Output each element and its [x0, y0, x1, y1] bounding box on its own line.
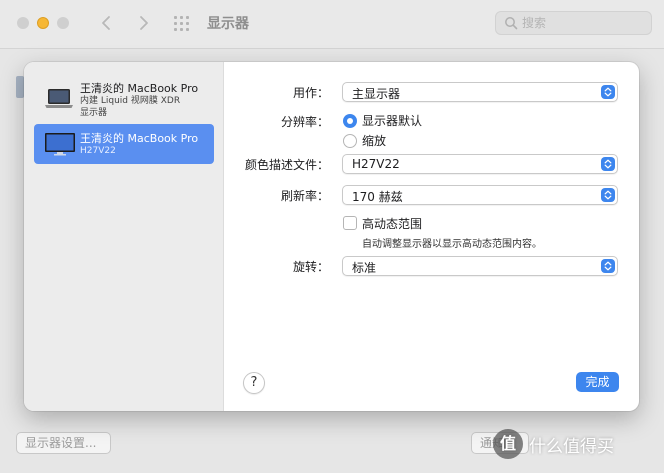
use-as-value: 主显示器	[352, 87, 401, 101]
display-item-builtin[interactable]: 王清炎的 MacBook Pro 内建 Liquid 视网膜 XDR 显示器	[34, 76, 214, 122]
color-profile-popup[interactable]: H27V22	[342, 154, 618, 174]
popup-stepper-icon	[601, 188, 615, 202]
resolution-scaled-radio[interactable]	[343, 134, 357, 148]
popup-stepper-icon	[601, 157, 615, 171]
chevron-left-icon	[102, 16, 110, 30]
hdr-hint: 自动调整显示器以显示高动态范围内容。	[362, 239, 542, 250]
watermark: 值 什么值得买	[493, 426, 614, 462]
popup-stepper-icon	[601, 259, 615, 273]
resolution-scaled-label: 缩放	[362, 134, 387, 148]
display-subtitle-2: 显示器	[80, 108, 108, 118]
search-icon	[505, 17, 518, 30]
forward-button[interactable]	[132, 12, 154, 34]
monitor-icon	[45, 133, 75, 156]
use-as-popup[interactable]: 主显示器	[342, 82, 618, 102]
show-all-grid-icon[interactable]	[174, 16, 190, 32]
popup-stepper-icon	[601, 85, 615, 99]
display-name: 王清炎的 MacBook Pro	[80, 132, 199, 145]
zoom-window-button[interactable]	[57, 17, 69, 29]
minimize-window-button[interactable]	[37, 17, 49, 29]
help-button[interactable]: ?	[243, 372, 265, 394]
refresh-rate-popup[interactable]: 170 赫兹	[342, 185, 618, 205]
back-button[interactable]	[96, 12, 118, 34]
display-settings-button[interactable]: 显示器设置...	[16, 432, 111, 454]
rotation-popup[interactable]: 标准	[342, 256, 618, 276]
refresh-rate-value: 170 赫兹	[352, 190, 403, 204]
watermark-logo-icon: 值	[493, 429, 523, 459]
color-profile-label: 颜色描述文件：	[244, 158, 329, 172]
rotation-value: 标准	[352, 261, 377, 275]
resolution-default-radio[interactable]	[343, 114, 357, 128]
laptop-icon	[45, 89, 73, 108]
color-profile-value: H27V22	[352, 157, 400, 171]
resolution-default-label: 显示器默认	[362, 114, 423, 128]
display-list-sidebar: 王清炎的 MacBook Pro 内建 Liquid 视网膜 XDR 显示器 王…	[24, 62, 224, 411]
window-title: 显示器	[207, 16, 249, 32]
title-bar: 显示器	[0, 0, 664, 49]
close-window-button[interactable]	[17, 17, 29, 29]
display-subtitle: H27V22	[80, 146, 116, 156]
display-name: 王清炎的 MacBook Pro	[80, 82, 199, 95]
rotation-label: 旋转：	[292, 260, 329, 274]
background-display-thumbnail	[16, 76, 24, 98]
hdr-label: 高动态范围	[362, 217, 423, 231]
refresh-rate-label: 刷新率：	[280, 189, 329, 203]
search-field[interactable]	[495, 11, 652, 35]
watermark-text: 什么值得买	[529, 436, 614, 457]
display-item-external[interactable]: 王清炎的 MacBook Pro H27V22	[34, 124, 214, 164]
display-subtitle: 内建 Liquid 视网膜 XDR	[80, 96, 181, 106]
search-input[interactable]	[522, 14, 642, 32]
chevron-right-icon	[140, 16, 148, 30]
done-button[interactable]: 完成	[576, 372, 619, 392]
hdr-checkbox[interactable]	[343, 216, 357, 230]
display-settings-sheet: 王清炎的 MacBook Pro 内建 Liquid 视网膜 XDR 显示器 王…	[24, 62, 639, 411]
resolution-label: 分辨率：	[280, 115, 329, 129]
use-as-label: 用作：	[292, 86, 329, 100]
